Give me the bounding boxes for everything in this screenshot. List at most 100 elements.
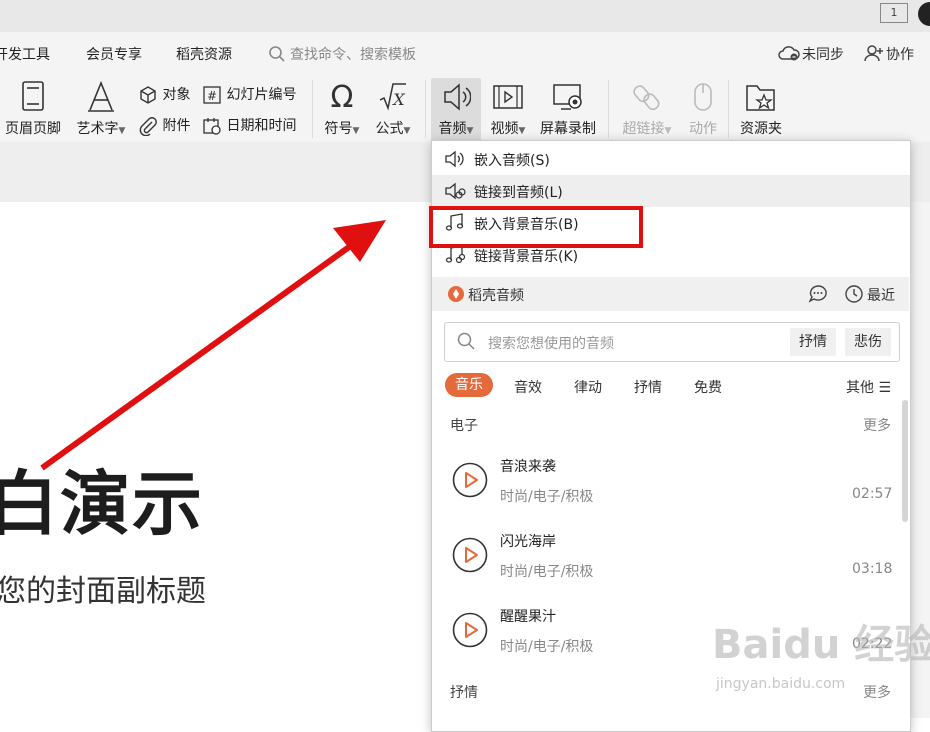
section-electronic: 电子 xyxy=(450,418,478,434)
play-button[interactable] xyxy=(452,462,488,498)
screen-record-label: 屏幕录制 xyxy=(540,121,596,137)
category-sfx-tab[interactable]: 音效 xyxy=(514,377,542,397)
play-icon xyxy=(452,612,488,648)
tag-sad-button[interactable]: 悲伤 xyxy=(845,328,891,356)
audio-search-input[interactable]: 搜索您想使用的音频 xyxy=(488,333,614,353)
datetime-button[interactable]: 日期和时间 xyxy=(202,115,296,136)
attachment-button[interactable]: 附件 xyxy=(138,115,190,136)
ribbon-divider xyxy=(312,80,313,138)
symbol-label: 符号 xyxy=(324,121,353,137)
track-name[interactable]: 闪光海岸 xyxy=(500,531,556,551)
menu-embed-audio-label: 嵌入音频(S) xyxy=(474,153,550,169)
menu-embed-audio[interactable]: 嵌入音频(S) xyxy=(432,143,910,175)
video-icon xyxy=(493,85,523,109)
menu-link-audio[interactable]: 链接到音频(L) xyxy=(432,175,910,207)
screen-record-icon xyxy=(553,84,582,110)
sync-status[interactable]: 未同步 xyxy=(802,44,844,64)
track-duration: 03:18 xyxy=(852,561,893,577)
video-label: 视频 xyxy=(490,121,519,137)
watermark: Baidu 经验 xyxy=(712,622,930,668)
paperclip-icon xyxy=(138,116,158,136)
calendar-icon xyxy=(202,116,222,136)
ribbon-divider xyxy=(608,80,609,138)
recent-button[interactable]: 最近 xyxy=(867,285,895,305)
daoke-audio-label: 稻壳音频 xyxy=(468,288,524,304)
more-link[interactable]: 更多 xyxy=(863,682,891,702)
cube-icon xyxy=(138,85,158,105)
track-name[interactable]: 音浪来袭 xyxy=(500,456,556,476)
clock-icon xyxy=(844,284,864,304)
formula-icon: X xyxy=(379,83,406,111)
collab-user-icon xyxy=(864,44,884,62)
category-music-tab[interactable]: 音乐 xyxy=(445,373,493,397)
attachment-label: 附件 xyxy=(162,118,191,134)
art-text-label: 艺术字 xyxy=(76,121,119,137)
tag-lyric-button[interactable]: 抒情 xyxy=(790,328,836,356)
collab-button[interactable]: 协作 xyxy=(886,44,914,64)
video-button[interactable]: 视频▼ xyxy=(484,80,532,138)
comment-icon[interactable] xyxy=(808,284,828,304)
svg-text:#: # xyxy=(207,89,217,103)
track-duration: 02:57 xyxy=(852,486,893,502)
track-name[interactable]: 醒醒果汁 xyxy=(500,606,556,626)
command-search[interactable]: 查找命令、搜索模板 xyxy=(290,44,416,64)
category-other-button[interactable]: 其他 ☰ xyxy=(846,377,891,397)
hyperlink-button[interactable]: 超链接▼ xyxy=(616,80,678,138)
linked-music-note-icon xyxy=(444,245,466,265)
resource-folder-label: 资源夹 xyxy=(740,121,782,137)
category-rhythm-tab[interactable]: 律动 xyxy=(574,377,602,397)
menu-dev-tools[interactable]: 开发工具 xyxy=(0,44,50,64)
animation-button[interactable]: 动作 xyxy=(684,80,722,138)
audio-button[interactable]: 音频▼ xyxy=(431,80,481,138)
annotation-highlight-box xyxy=(429,206,643,248)
formula-label: 公式 xyxy=(375,121,404,137)
menu-member[interactable]: 会员专享 xyxy=(86,44,142,64)
search-icon xyxy=(268,45,286,63)
play-button[interactable] xyxy=(452,537,488,573)
datetime-label: 日期和时间 xyxy=(226,118,297,134)
track-meta: 时尚/电子/积极 xyxy=(500,489,594,505)
ribbon-divider xyxy=(425,80,426,138)
symbol-button[interactable]: Ω 符号▼ xyxy=(318,80,366,138)
ribbon-divider xyxy=(728,80,729,138)
daoke-logo-icon xyxy=(447,285,465,303)
more-link[interactable]: 更多 xyxy=(863,415,891,435)
art-text-button[interactable]: 艺术字▼ xyxy=(72,80,130,138)
search-icon xyxy=(456,331,476,351)
category-lyric-tab[interactable]: 抒情 xyxy=(634,377,662,397)
menu-link-bg-music-label: 链接背景音乐(K) xyxy=(474,249,579,265)
speaker-icon xyxy=(444,83,471,111)
category-free-tab[interactable]: 免费 xyxy=(694,377,722,397)
menu-lines-icon: ☰ xyxy=(878,380,892,396)
annotation-arrow xyxy=(40,220,386,471)
resource-folder-button[interactable]: 资源夹 xyxy=(736,80,786,138)
menu-link-audio-label: 链接到音频(L) xyxy=(474,185,563,201)
menu-daoke[interactable]: 稻壳资源 xyxy=(176,44,232,64)
play-button[interactable] xyxy=(452,612,488,648)
page-header-icon xyxy=(22,81,44,111)
play-icon xyxy=(452,462,488,498)
screen-record-button[interactable]: 屏幕录制 xyxy=(536,80,600,138)
object-label: 对象 xyxy=(162,87,191,103)
speaker-icon xyxy=(444,149,466,169)
hyperlink-label: 超链接 xyxy=(622,121,665,137)
slide-number-label: 幻灯片编号 xyxy=(226,87,297,103)
mouse-icon xyxy=(694,83,712,111)
omega-icon: Ω xyxy=(331,80,354,114)
slide-number-button[interactable]: # 幻灯片编号 xyxy=(202,84,296,105)
header-footer-button[interactable]: 页眉页脚 xyxy=(2,80,64,138)
slide-subtitle[interactable]: 您的封面副标题 xyxy=(0,566,206,610)
svg-text:X: X xyxy=(391,90,405,109)
formula-button[interactable]: X 公式▼ xyxy=(368,80,418,138)
track-meta: 时尚/电子/积极 xyxy=(500,564,594,580)
audio-label: 音频 xyxy=(438,121,467,137)
title-bar xyxy=(0,0,930,32)
watermark-url: jingyan.baidu.com xyxy=(716,676,846,692)
panel-scrollbar[interactable] xyxy=(902,400,908,522)
track-meta: 时尚/电子/积极 xyxy=(500,639,594,655)
window-count-badge[interactable]: 1 xyxy=(880,3,908,23)
link-icon xyxy=(633,85,660,111)
cloud-sync-icon xyxy=(778,44,800,62)
object-button[interactable]: 对象 xyxy=(138,84,190,105)
linked-speaker-icon xyxy=(444,181,466,201)
